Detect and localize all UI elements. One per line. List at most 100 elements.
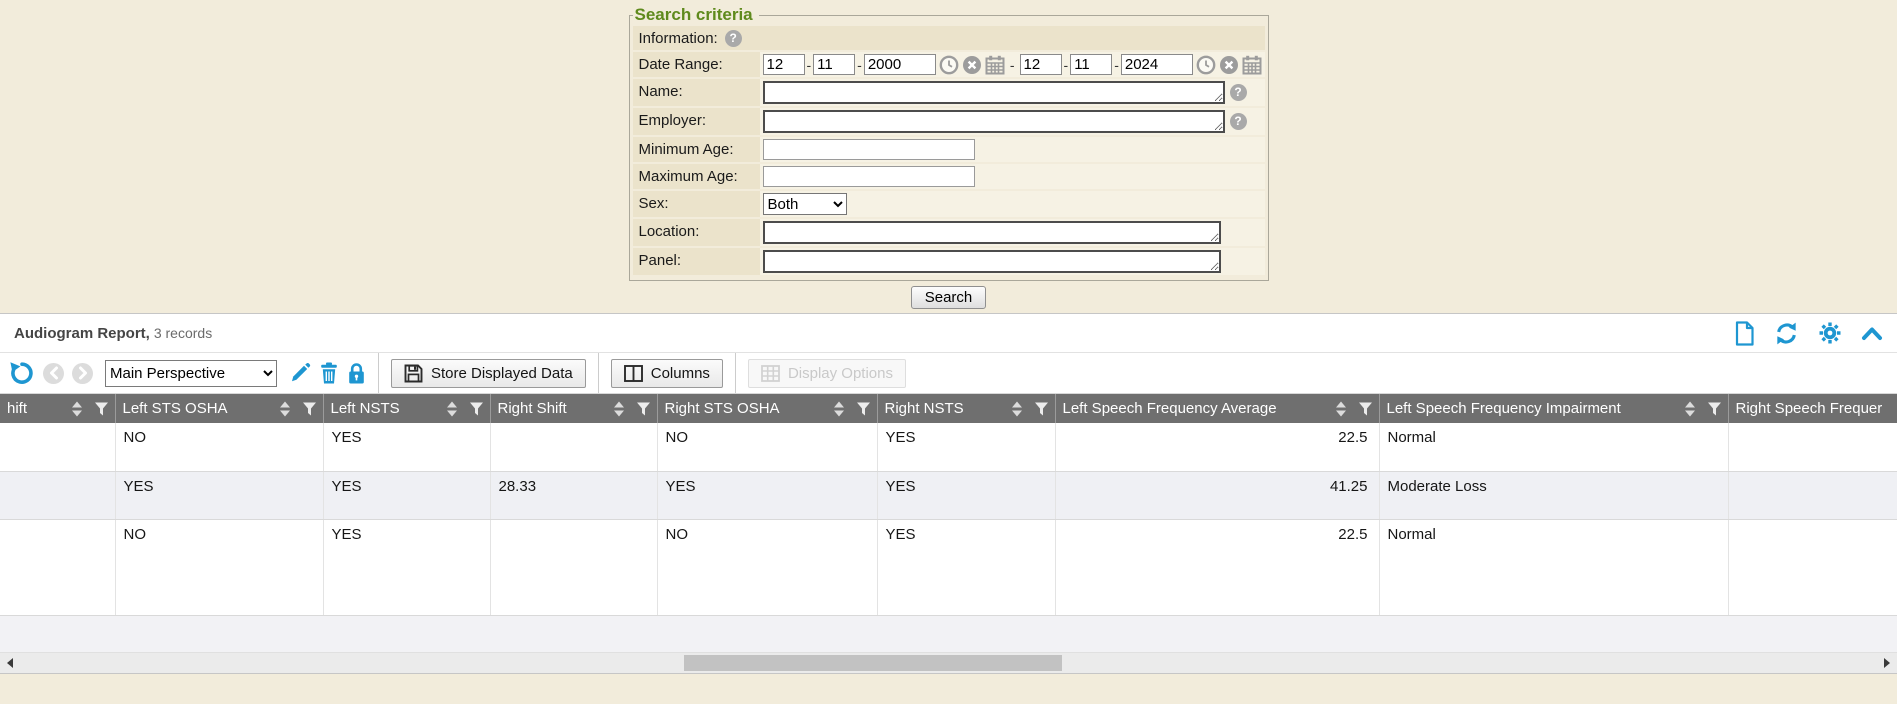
date-dash: - [857, 57, 862, 73]
cell: Normal [1379, 519, 1728, 615]
delete-trash-icon[interactable] [319, 362, 339, 384]
column-header-left-shift[interactable]: hift [0, 394, 115, 423]
scroll-right-icon[interactable] [1884, 658, 1890, 668]
column-header-right-speech-freq[interactable]: Right Speech Frequer [1728, 394, 1897, 423]
cell: YES [877, 471, 1055, 519]
column-header-left-speech-freq-impairment[interactable]: Left Speech Frequency Impairment [1379, 394, 1728, 423]
from-month-input[interactable] [763, 54, 805, 75]
sort-icon[interactable] [1685, 401, 1695, 416]
search-criteria-title: Search criteria [633, 5, 759, 25]
information-help-icon[interactable]: ? [725, 30, 742, 47]
forward-icon[interactable] [72, 363, 93, 384]
to-month-input[interactable] [1020, 54, 1062, 75]
column-header-label: Right NSTS [885, 400, 964, 417]
report-toolbar: Main Perspective Store Displayed Data Co… [0, 353, 1897, 394]
minimum-age-input[interactable] [763, 139, 975, 160]
cell: YES [323, 519, 490, 615]
horizontal-scrollbar[interactable] [0, 652, 1897, 673]
display-options-button[interactable]: Display Options [748, 359, 906, 388]
filter-funnel-icon[interactable] [857, 402, 870, 415]
report-header: Audiogram Report,3 records [0, 314, 1897, 353]
from-year-input[interactable] [864, 54, 936, 75]
collapse-chevron-icon[interactable] [1861, 325, 1883, 341]
column-header-right-nsts[interactable]: Right NSTS [877, 394, 1055, 423]
record-count: 3 records [154, 325, 212, 341]
to-calendar-icon[interactable] [1242, 55, 1262, 75]
filter-funnel-icon[interactable] [303, 402, 316, 415]
column-header-left-nsts[interactable]: Left NSTS [323, 394, 490, 423]
panel-row: Panel: [633, 248, 1265, 275]
filter-funnel-icon[interactable] [95, 402, 108, 415]
location-input[interactable] [763, 221, 1221, 244]
sort-icon[interactable] [280, 401, 290, 416]
back-icon[interactable] [43, 363, 64, 384]
table-row[interactable]: NO YES NO YES 22.5 Normal [0, 519, 1897, 615]
cell: 22.5 [1055, 423, 1379, 471]
from-clear-icon[interactable] [962, 55, 982, 75]
filter-funnel-icon[interactable] [1359, 402, 1372, 415]
location-label: Location: [633, 219, 760, 246]
employer-input[interactable] [763, 110, 1225, 133]
cell: NO [657, 519, 877, 615]
from-time-clock-icon[interactable] [939, 55, 959, 75]
table-row[interactable]: NO YES NO YES 22.5 Normal [0, 423, 1897, 471]
column-header-right-shift[interactable]: Right Shift [490, 394, 657, 423]
cell [1728, 471, 1897, 519]
name-help-icon[interactable]: ? [1230, 84, 1247, 101]
from-day-input[interactable] [813, 54, 855, 75]
column-header-left-speech-freq-avg[interactable]: Left Speech Frequency Average [1055, 394, 1379, 423]
column-header-right-sts-osha[interactable]: Right STS OSHA [657, 394, 877, 423]
minimum-age-label: Minimum Age: [633, 137, 760, 162]
employer-label: Employer: [633, 108, 760, 135]
table-row[interactable]: YES YES 28.33 YES YES 41.25 Moderate Los… [0, 471, 1897, 519]
filter-funnel-icon[interactable] [637, 402, 650, 415]
sort-icon[interactable] [834, 401, 844, 416]
sex-select[interactable]: Both [763, 193, 847, 215]
location-row: Location: [633, 219, 1265, 246]
to-day-input[interactable] [1070, 54, 1112, 75]
sort-icon[interactable] [72, 401, 82, 416]
sort-icon[interactable] [1012, 401, 1022, 416]
name-label: Name: [633, 79, 760, 106]
undo-icon[interactable] [9, 360, 35, 386]
document-icon[interactable] [1734, 321, 1755, 346]
gear-icon[interactable] [1818, 321, 1842, 345]
to-clear-icon[interactable] [1219, 55, 1239, 75]
maximum-age-input[interactable] [763, 166, 975, 187]
from-calendar-icon[interactable] [985, 55, 1005, 75]
edit-pencil-icon[interactable] [289, 362, 311, 384]
store-displayed-data-button[interactable]: Store Displayed Data [391, 359, 586, 388]
refresh-icon[interactable] [1774, 321, 1799, 346]
information-label: Information: [639, 30, 718, 47]
report-title-text: Audiogram Report, [14, 325, 150, 342]
scroll-left-icon[interactable] [7, 658, 13, 668]
search-button[interactable]: Search [911, 286, 987, 309]
panel-input[interactable] [763, 250, 1221, 273]
perspective-select[interactable]: Main Perspective [105, 360, 277, 387]
audiogram-table: hift Left STS OSHA Left NSTS Right Shift… [0, 394, 1897, 616]
sort-icon[interactable] [447, 401, 457, 416]
scrollbar-thumb[interactable] [684, 655, 1062, 671]
to-time-clock-icon[interactable] [1196, 55, 1216, 75]
columns-button[interactable]: Columns [611, 359, 723, 388]
information-row: Information: ? [633, 26, 1265, 50]
cell: Moderate Loss [1379, 471, 1728, 519]
column-header-left-sts-osha[interactable]: Left STS OSHA [115, 394, 323, 423]
filter-funnel-icon[interactable] [1035, 402, 1048, 415]
sort-icon[interactable] [614, 401, 624, 416]
display-options-label: Display Options [788, 365, 893, 382]
employer-help-icon[interactable]: ? [1230, 113, 1247, 130]
employer-row: Employer: ? [633, 108, 1265, 135]
to-year-input[interactable] [1121, 54, 1193, 75]
filter-funnel-icon[interactable] [1708, 402, 1721, 415]
display-options-grid-icon [761, 365, 780, 382]
table-footer-area [0, 616, 1897, 652]
cell: NO [115, 519, 323, 615]
sort-icon[interactable] [1336, 401, 1346, 416]
toolbar-divider [598, 353, 599, 393]
name-input[interactable] [763, 81, 1225, 104]
filter-funnel-icon[interactable] [470, 402, 483, 415]
lock-icon[interactable] [347, 362, 366, 385]
cell: 28.33 [490, 471, 657, 519]
table-header-row: hift Left STS OSHA Left NSTS Right Shift… [0, 394, 1897, 423]
